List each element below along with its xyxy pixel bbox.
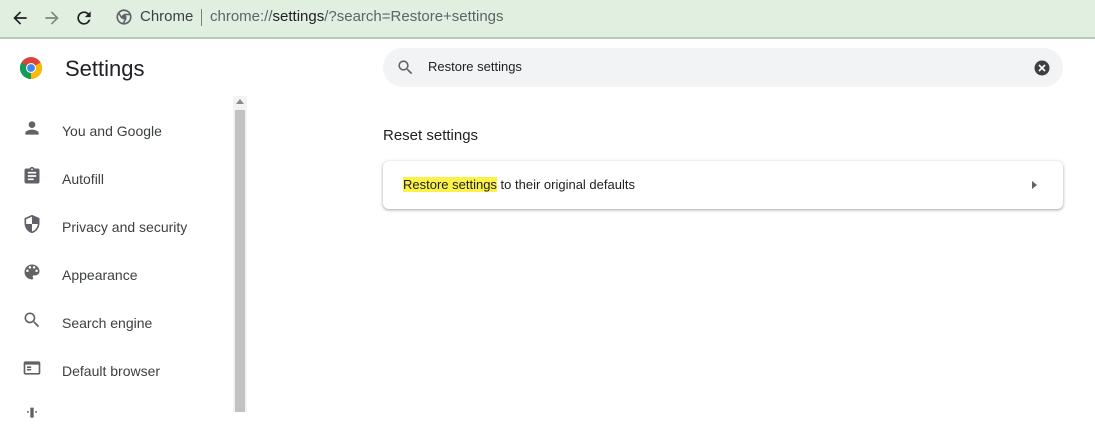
sidebar-item-partial[interactable] [0, 392, 233, 440]
url-text: chrome://settings/?search=Restore+settin… [210, 8, 504, 25]
forward-button[interactable] [39, 6, 65, 30]
row-text-rest: to their original defaults [496, 177, 635, 192]
browser-toolbar: Chrome chrome://settings/?search=Restore… [0, 0, 1095, 39]
chrome-logo-icon [20, 57, 42, 79]
page-title: Settings [65, 56, 145, 81]
palette-icon [24, 264, 40, 280]
arrow-right-icon [45, 11, 59, 25]
reload-icon [77, 11, 91, 25]
section-title: Reset settings [383, 127, 479, 144]
search-input[interactable]: Restore settings [428, 59, 522, 74]
address-divider [201, 9, 202, 26]
sidebar-item-appearance[interactable]: Appearance [0, 248, 233, 296]
search-icon [398, 60, 413, 75]
back-button[interactable] [7, 6, 33, 30]
clear-search-icon[interactable] [1033, 59, 1051, 77]
browser-window-icon [23, 361, 41, 375]
search-icon [24, 312, 40, 328]
row-text: Restore settings to their original defau… [403, 177, 635, 192]
url-path: /?search=Restore+settings [324, 8, 504, 25]
search-highlight: Restore settings [403, 177, 497, 192]
sidebar-item-label: You and Google [62, 123, 162, 139]
settings-sidebar: You and Google Autofill Privacy and secu… [0, 100, 233, 418]
chrome-site-icon [116, 9, 132, 25]
site-name: Chrome [140, 8, 194, 25]
clipboard-icon [24, 166, 40, 184]
reload-button[interactable] [71, 6, 97, 30]
url-host: settings [272, 8, 325, 25]
sidebar-item-label: Autofill [62, 171, 105, 187]
shield-icon [24, 214, 40, 234]
sidebar-item-default-browser[interactable]: Default browser [0, 344, 233, 392]
url-scheme: chrome:// [210, 8, 273, 25]
settings-search-field[interactable]: Restore settings [383, 48, 1063, 87]
sidebar-item-you-and-google[interactable]: You and Google [0, 104, 233, 152]
sidebar-item-autofill[interactable]: Autofill [0, 152, 233, 200]
arrow-right-icon [1032, 181, 1037, 189]
sidebar-item-label: Privacy and security [62, 219, 188, 235]
sidebar-item-label: Default browser [62, 363, 161, 379]
scroll-up-arrow-icon[interactable] [236, 99, 244, 104]
sidebar-scrollbar[interactable] [233, 96, 247, 412]
person-icon [25, 121, 39, 135]
sidebar-item-label: Appearance [62, 267, 138, 283]
scroll-thumb[interactable] [235, 110, 245, 412]
power-icon [26, 407, 38, 418]
sidebar-item-search-engine[interactable]: Search engine [0, 296, 233, 344]
arrow-left-icon [13, 11, 27, 25]
restore-settings-row[interactable]: Restore settings to their original defau… [383, 161, 1063, 209]
sidebar-item-privacy-and-security[interactable]: Privacy and security [0, 200, 233, 248]
sidebar-item-label: Search engine [62, 315, 153, 331]
address-bar[interactable]: Chrome chrome://settings/?search=Restore… [108, 0, 1095, 35]
